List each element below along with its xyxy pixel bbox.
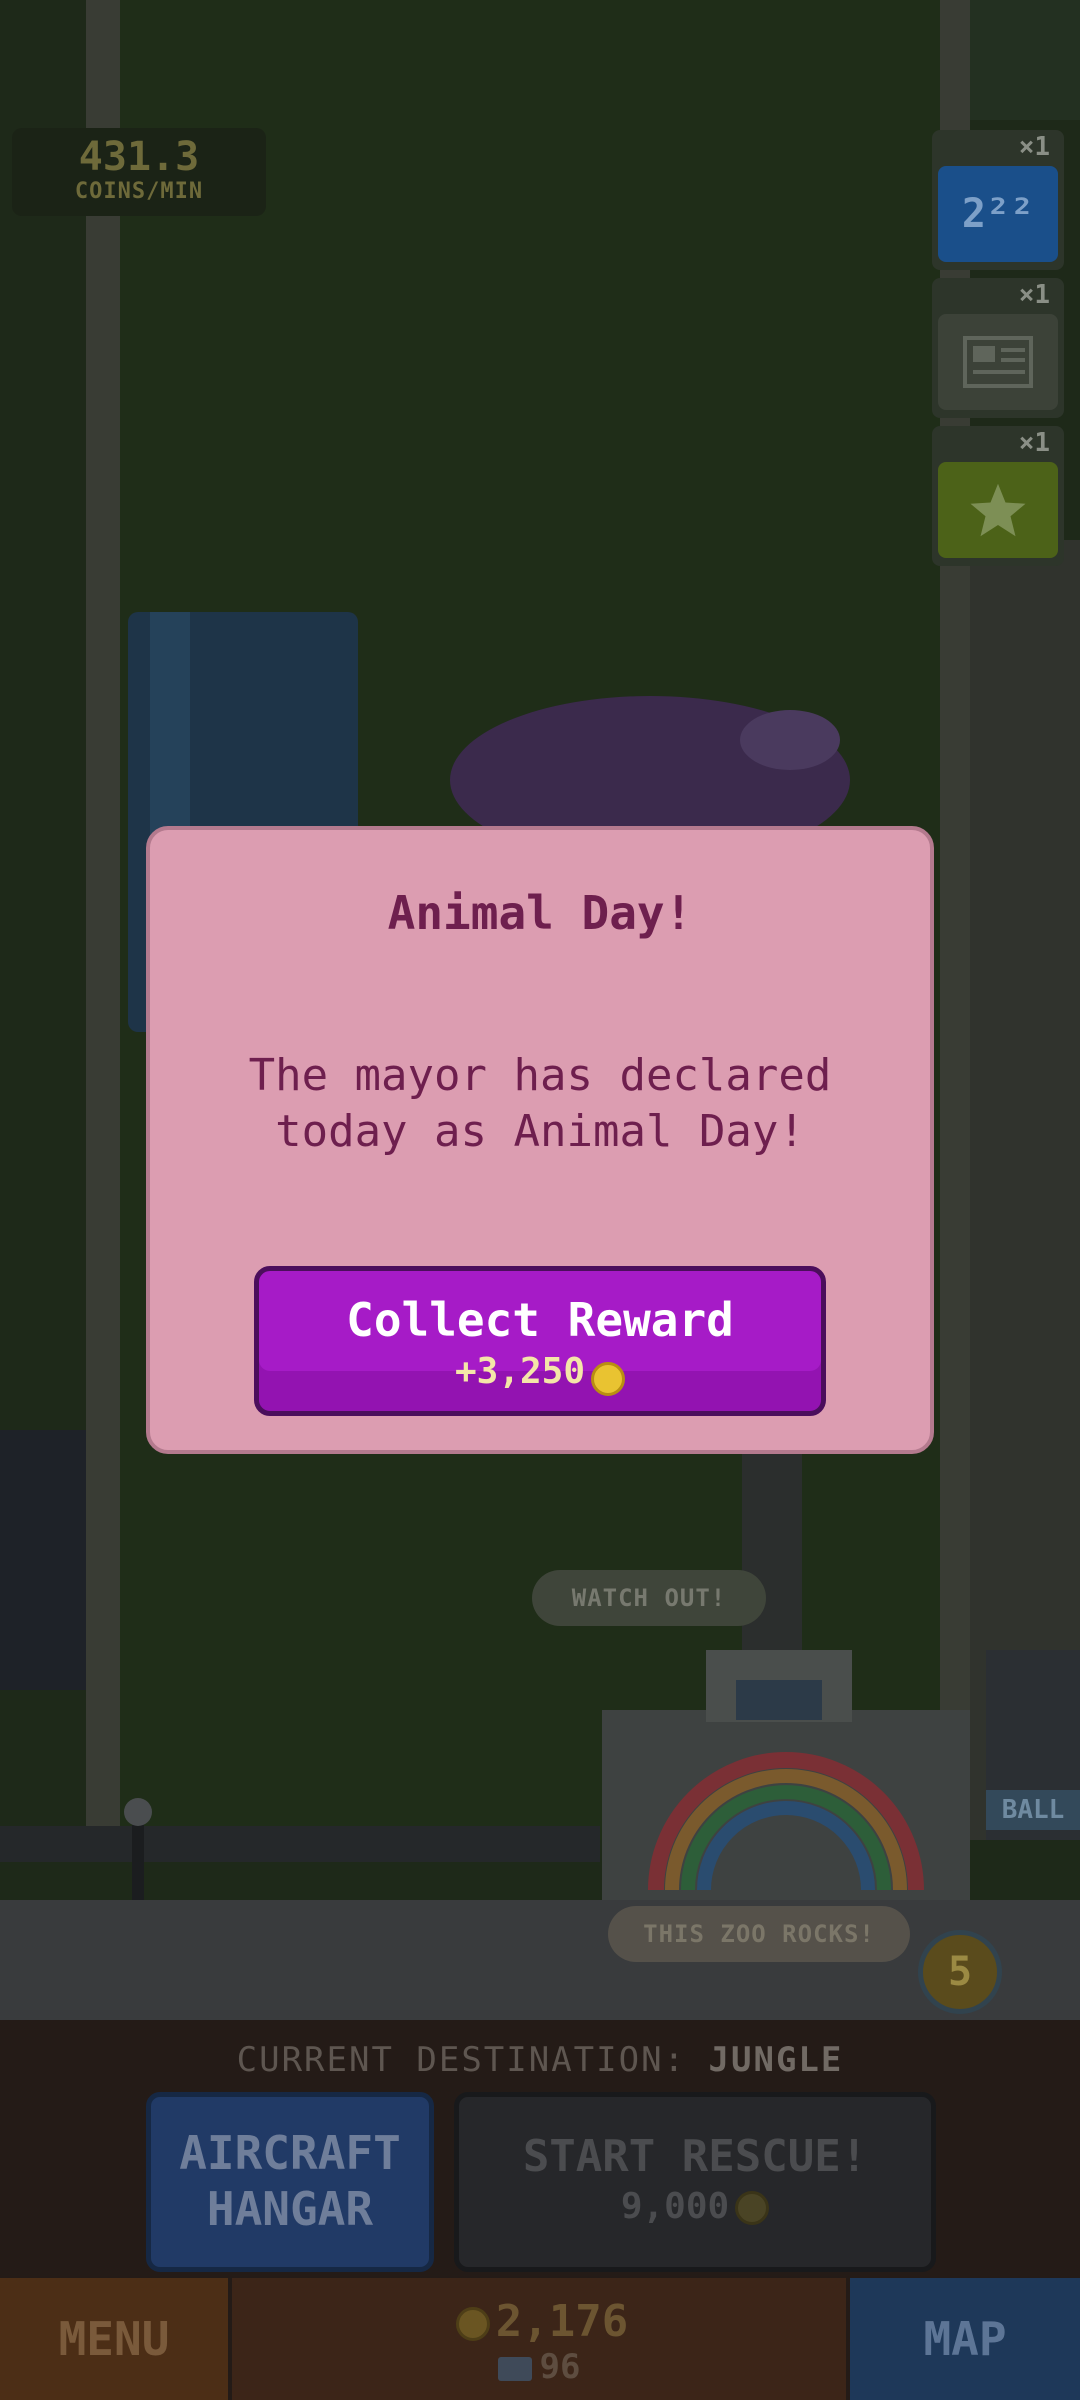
rescue-cost: 9,000: [620, 2186, 730, 2227]
destination-label: CURRENT DESTINATION:: [236, 2040, 687, 2080]
current-destination: CURRENT DESTINATION: JUNGLE: [0, 2040, 1080, 2080]
aircraft-hangar-button[interactable]: AIRCRAFT HANGAR: [146, 2092, 434, 2272]
level-badge[interactable]: 5: [918, 1930, 1002, 2014]
destination-value: JUNGLE: [708, 2040, 844, 2080]
boost-star[interactable]: ×1: [932, 426, 1064, 566]
speech-bubble-zoo: THIS ZOO ROCKS!: [608, 1906, 910, 1962]
coin-icon: [735, 2191, 770, 2225]
hangar-label-line2: HANGAR: [206, 2182, 374, 2236]
coins-per-minute-panel: 431.3 COINS/MIN: [12, 128, 266, 216]
boost-label: 2²²: [961, 191, 1035, 237]
start-rescue-label: START RESCUE!: [522, 2131, 868, 2182]
ticket-balance: 96: [539, 2347, 581, 2387]
boost-multiplier: ×1: [1018, 132, 1050, 162]
hangar-label-line1: AIRCRAFT: [179, 2126, 401, 2180]
boost-exponent[interactable]: ×1 2²²: [932, 130, 1064, 270]
reward-amount: +3,250: [454, 1351, 586, 1392]
event-modal: Animal Day! The mayor has declared today…: [146, 826, 934, 1454]
currency-display: 2,176 96: [232, 2278, 846, 2400]
coin-balance: 2,176: [495, 2296, 629, 2347]
modal-message: The mayor has declared today as Animal D…: [248, 1050, 832, 1157]
ticket-icon: [497, 2356, 532, 2381]
boost-newspaper[interactable]: ×1: [932, 278, 1064, 418]
collect-reward-button[interactable]: Collect Reward +3,250: [254, 1266, 826, 1416]
bottom-panel: CURRENT DESTINATION: JUNGLE AIRCRAFT HAN…: [0, 2020, 1080, 2400]
speech-bubble-watch-out: WATCH OUT!: [532, 1570, 766, 1626]
exponent-icon[interactable]: 2²²: [938, 166, 1058, 262]
collect-reward-label: Collect Reward: [346, 1293, 734, 1347]
newspaper-icon[interactable]: [938, 314, 1058, 410]
map-button[interactable]: MAP: [850, 2278, 1080, 2400]
boost-multiplier: ×1: [1018, 280, 1050, 310]
menu-button[interactable]: MENU: [0, 2278, 228, 2400]
ballpark-sign: BALL: [986, 1790, 1080, 1830]
boost-multiplier: ×1: [1018, 428, 1050, 458]
coins-per-minute-value: 431.3: [78, 134, 200, 180]
start-rescue-button[interactable]: START RESCUE! 9,000: [454, 2092, 936, 2272]
modal-title: Animal Day!: [387, 886, 693, 940]
star-icon[interactable]: [938, 462, 1058, 558]
coins-per-minute-label: COINS/MIN: [74, 179, 204, 204]
coin-icon: [455, 2307, 490, 2341]
coin-icon: [591, 1361, 626, 1396]
